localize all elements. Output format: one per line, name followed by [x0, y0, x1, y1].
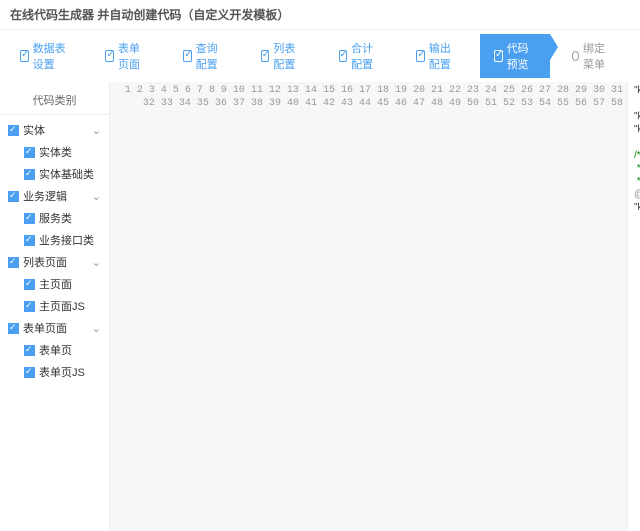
checkbox-icon[interactable]: [8, 257, 19, 268]
sidebar: 代码类别 实体 ⌄ 实体类实体基础类业务逻辑 ⌄ 服务类业务接口类列表页面 ⌄ 主页面主页面…: [0, 82, 110, 531]
line-gutter: 1 2 3 4 5 6 7 8 9 10 11 12 13 14 15 16 1…: [110, 82, 628, 531]
check-icon: [339, 50, 348, 62]
check-icon: [183, 50, 192, 62]
tab-label: 列表配置: [273, 40, 302, 72]
checkbox-icon[interactable]: [24, 301, 35, 312]
tree-item-0-1[interactable]: 实体基础类: [4, 163, 105, 185]
checkbox-icon[interactable]: [8, 125, 19, 136]
tab-label: 合计配置: [351, 40, 380, 72]
wizard-tabs: 数据表设置 表单页面 查询配置 列表配置 合计配置 输出配置 代码预览 绑定菜单: [0, 30, 640, 82]
tree-group-2[interactable]: 列表页面 ⌄: [4, 251, 105, 273]
check-icon: [416, 50, 425, 62]
tree-group-3[interactable]: 表单页面 ⌄: [4, 317, 105, 339]
checkbox-icon[interactable]: [24, 345, 35, 356]
tab-label: 代码预览: [507, 40, 536, 72]
check-icon: [105, 50, 114, 62]
check-icon: [494, 50, 503, 62]
checkbox-icon[interactable]: [8, 191, 19, 202]
tree-item-3-0[interactable]: 表单页: [4, 339, 105, 361]
tab-4[interactable]: 合计配置: [325, 34, 395, 78]
tree-label: 实体基础类: [39, 166, 94, 182]
code-content[interactable]: "kw">package com.xjr.mvc.model.customer.…: [628, 82, 640, 531]
checkbox-icon[interactable]: [24, 213, 35, 224]
page-title: 在线代码生成器 并自动创建代码（自定义开发模板）: [0, 0, 640, 30]
checkbox-icon[interactable]: [24, 147, 35, 158]
tab-1[interactable]: 表单页面: [91, 34, 161, 78]
tab-label: 绑定菜单: [583, 40, 612, 72]
tree-label: 表单页JS: [39, 364, 85, 380]
tab-label: 输出配置: [429, 40, 458, 72]
tab-3[interactable]: 列表配置: [247, 34, 317, 78]
tab-label: 数据表设置: [33, 40, 70, 72]
tree-label: 实体类: [39, 144, 72, 160]
tree-item-3-1[interactable]: 表单页JS: [4, 361, 105, 383]
checkbox-icon[interactable]: [24, 169, 35, 180]
tree-label: 表单页: [39, 342, 72, 358]
chevron-down-icon: ⌄: [92, 124, 101, 137]
circle-icon: [572, 51, 579, 61]
checkbox-icon[interactable]: [24, 367, 35, 378]
sidebar-title: 代码类别: [0, 86, 109, 115]
tree-item-2-1[interactable]: 主页面JS: [4, 295, 105, 317]
tab-5[interactable]: 输出配置: [402, 34, 472, 78]
checkbox-icon[interactable]: [24, 235, 35, 246]
checkbox-icon[interactable]: [24, 279, 35, 290]
tab-label: 表单页面: [118, 40, 147, 72]
tree-label: 实体: [23, 122, 45, 138]
tree-label: 列表页面: [23, 254, 67, 270]
tree-item-2-0[interactable]: 主页面: [4, 273, 105, 295]
tree-label: 主页面JS: [39, 298, 85, 314]
tab-0[interactable]: 数据表设置: [6, 34, 83, 78]
chevron-down-icon: ⌄: [92, 256, 101, 269]
tree-label: 服务类: [39, 210, 72, 226]
check-icon: [20, 50, 29, 62]
tree-item-0-0[interactable]: 实体类: [4, 141, 105, 163]
tree-label: 主页面: [39, 276, 72, 292]
tab-label: 查询配置: [196, 40, 225, 72]
tree-group-0[interactable]: 实体 ⌄: [4, 119, 105, 141]
tree-label: 表单页面: [23, 320, 67, 336]
tree-item-1-0[interactable]: 服务类: [4, 207, 105, 229]
code-editor[interactable]: 1 2 3 4 5 6 7 8 9 10 11 12 13 14 15 16 1…: [110, 82, 640, 531]
tree-label: 业务接口类: [39, 232, 94, 248]
tree-group-1[interactable]: 业务逻辑 ⌄: [4, 185, 105, 207]
tab-7[interactable]: 绑定菜单: [558, 34, 626, 78]
tree-label: 业务逻辑: [23, 188, 67, 204]
tab-2[interactable]: 查询配置: [169, 34, 239, 78]
chevron-down-icon: ⌄: [92, 322, 101, 335]
check-icon: [261, 50, 270, 62]
checkbox-icon[interactable]: [8, 323, 19, 334]
tree-item-1-1[interactable]: 业务接口类: [4, 229, 105, 251]
tab-6[interactable]: 代码预览: [480, 34, 550, 78]
chevron-down-icon: ⌄: [92, 190, 101, 203]
